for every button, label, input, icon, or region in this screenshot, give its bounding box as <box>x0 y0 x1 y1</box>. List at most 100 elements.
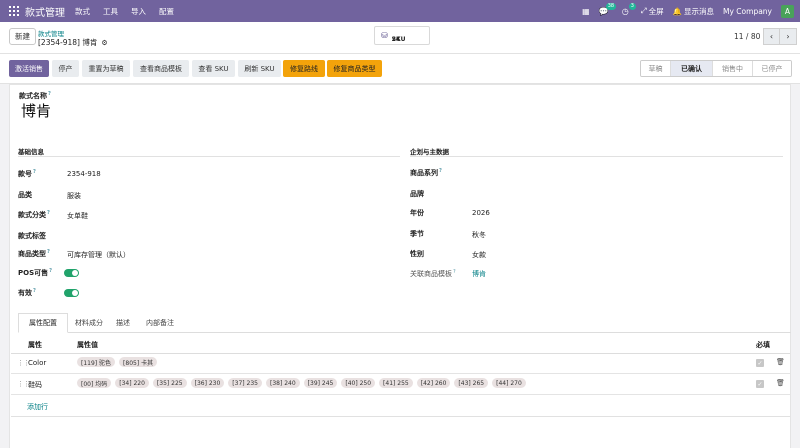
chat-icon[interactable]: 💬 38 <box>599 2 617 16</box>
active-toggle[interactable] <box>64 289 79 297</box>
style-name-input[interactable]: 博肯 <box>21 100 51 121</box>
table-row[interactable]: ⋮⋮ 鞋码 [00] 均码 [34] 220 [35] 225 [36] 230… <box>11 374 790 395</box>
reset-draft-button[interactable]: 重置为草稿 <box>82 60 130 77</box>
trash-icon[interactable]: 🗑 <box>776 358 785 366</box>
value-tag: [37] 235 <box>228 378 262 388</box>
activate-sale-button[interactable]: 激活销售 <box>9 60 49 77</box>
gear-icon[interactable]: ⚙ <box>101 39 107 47</box>
company-switcher[interactable]: My Company <box>723 7 772 16</box>
value-tag: [34] 220 <box>115 378 149 388</box>
fullscreen-label: 全屏 <box>648 6 664 16</box>
sku-smart-button[interactable]: ⛁ SKU 24 <box>374 26 430 45</box>
tab-materials[interactable]: 材料成分 <box>70 313 108 333</box>
pager-next-button[interactable]: › <box>780 28 797 45</box>
stage-on-sale[interactable]: 销售中 <box>713 61 753 76</box>
code-field[interactable]: 2354-918 <box>67 170 101 178</box>
menu-item-tools[interactable]: 工具 <box>103 6 118 17</box>
help-icon[interactable]: ? <box>48 91 51 97</box>
menu-item-config[interactable]: 配置 <box>159 6 174 17</box>
help-icon[interactable]: ? <box>453 269 456 275</box>
brand-field[interactable] <box>472 189 782 199</box>
activity-icon[interactable]: ◷ 3 <box>622 2 636 16</box>
view-template-button[interactable]: 查看商品模板 <box>133 60 189 77</box>
value-tag: [00] 均码 <box>77 378 112 388</box>
gender-field[interactable]: 女款 <box>472 250 486 260</box>
section-basic-title: 基础信息 <box>18 148 44 156</box>
status-stages: 草稿 已确认 销售中 已停产 <box>640 60 792 77</box>
template-label: 关联商品模板? <box>410 269 456 278</box>
active-label: 有效? <box>18 288 36 297</box>
help-icon[interactable]: ? <box>49 268 52 274</box>
record-title: [2354-918] 博肯 <box>38 38 98 47</box>
view-sku-button[interactable]: 查看 SKU <box>192 60 235 77</box>
style-tag-field[interactable] <box>67 231 387 241</box>
gender-label: 性别 <box>410 250 424 258</box>
apps-menu-icon[interactable] <box>9 6 19 16</box>
col-required-header[interactable]: 必填 <box>756 340 770 350</box>
help-icon[interactable]: ? <box>33 288 36 294</box>
add-row-link[interactable]: 添加行 <box>27 402 48 412</box>
stage-confirmed[interactable]: 已确认 <box>671 61 713 76</box>
fullscreen-button[interactable]: ⤢ 全屏 <box>641 6 664 17</box>
value-tag: [119] 驼色 <box>77 357 116 367</box>
required-checkbox[interactable]: ✓ <box>756 380 764 388</box>
value-tag: [40] 250 <box>341 378 376 388</box>
help-icon[interactable]: ? <box>33 169 36 175</box>
discontinue-button[interactable]: 停产 <box>52 60 79 77</box>
value-tag: [44] 270 <box>492 378 526 388</box>
row-attr[interactable]: 鞋码 <box>28 380 42 390</box>
menu-item-import[interactable]: 导入 <box>131 6 146 17</box>
stage-discontinued[interactable]: 已停产 <box>753 61 791 76</box>
style-class-label: 款式分类? <box>18 210 50 219</box>
pos-toggle[interactable] <box>64 269 79 277</box>
tab-description[interactable]: 描述 <box>110 313 136 333</box>
show-messages-label: 显示消息 <box>684 6 715 16</box>
season-field[interactable]: 秋冬 <box>472 230 486 240</box>
pager-prev-button[interactable]: ‹ <box>763 28 780 45</box>
value-tag: [42] 260 <box>416 378 451 388</box>
row-attr[interactable]: Color <box>28 359 46 367</box>
value-tag: [43] 265 <box>454 378 489 388</box>
avatar[interactable]: A <box>781 4 794 18</box>
category-label: 品类 <box>18 191 32 199</box>
pager-value[interactable]: 11 / 80 <box>734 32 760 41</box>
new-button[interactable]: 新建 <box>9 28 36 45</box>
help-icon[interactable]: ? <box>47 210 50 216</box>
series-field[interactable] <box>472 168 782 178</box>
show-messages-button[interactable]: 🔔 显示消息 <box>673 6 714 17</box>
fix-route-button[interactable]: 修复路线 <box>283 60 325 77</box>
app-brand[interactable]: 款式管理 <box>25 4 65 19</box>
category-field[interactable]: 服装 <box>67 191 81 201</box>
stage-draft[interactable]: 草稿 <box>641 61 671 76</box>
trash-icon[interactable]: 🗑 <box>776 379 785 387</box>
control-panel: 新建 款式管理 [2354-918] 博肯 ⚙ ⛁ SKU 24 11 / 80… <box>0 22 800 54</box>
tab-internal-notes[interactable]: 内部备注 <box>138 313 182 333</box>
col-attr-header[interactable]: 属性 <box>28 340 42 350</box>
chat-badge: 38 <box>605 2 617 10</box>
year-label: 年份 <box>410 209 424 217</box>
breadcrumb-current: [2354-918] 博肯 ⚙ <box>38 37 108 48</box>
help-icon[interactable]: ? <box>47 249 50 255</box>
year-field[interactable]: 2026 <box>472 209 490 217</box>
table-row[interactable]: ⋮⋮ Color [119] 驼色 [805] 卡其 ✓ 🗑 <box>11 353 790 374</box>
product-type-field[interactable]: 可库存管理（默认） <box>67 250 130 260</box>
apps-grid-icon[interactable]: ▦ <box>582 7 590 16</box>
row-values[interactable]: [119] 驼色 [805] 卡其 <box>77 357 158 367</box>
style-class-field[interactable]: 女单鞋 <box>67 211 88 221</box>
fix-product-type-button[interactable]: 修复商品类型 <box>327 60 382 77</box>
template-link[interactable]: 博肯 <box>472 269 486 279</box>
refresh-sku-button[interactable]: 刷新 SKU <box>238 60 281 77</box>
pos-label: POS可售? <box>18 268 53 277</box>
menu-item-style[interactable]: 款式 <box>75 6 90 17</box>
form-sheet: 款式名称? 博肯 基础信息 企划与主数据 款号? 2354-918 品类 服装 … <box>9 84 791 448</box>
required-checkbox[interactable]: ✓ <box>756 359 764 367</box>
value-tag: [36] 230 <box>190 378 225 388</box>
chevron-left-icon: ‹ <box>769 32 774 41</box>
brand-label: 品牌 <box>410 190 424 198</box>
row-values[interactable]: [00] 均码 [34] 220 [35] 225 [36] 230 [37] … <box>77 378 526 388</box>
series-label: 商品系列? <box>410 168 442 177</box>
tab-attributes[interactable]: 属性配置 <box>18 313 68 333</box>
col-values-header[interactable]: 属性值 <box>77 340 98 350</box>
code-label: 款号? <box>18 169 36 178</box>
help-icon[interactable]: ? <box>439 168 442 174</box>
